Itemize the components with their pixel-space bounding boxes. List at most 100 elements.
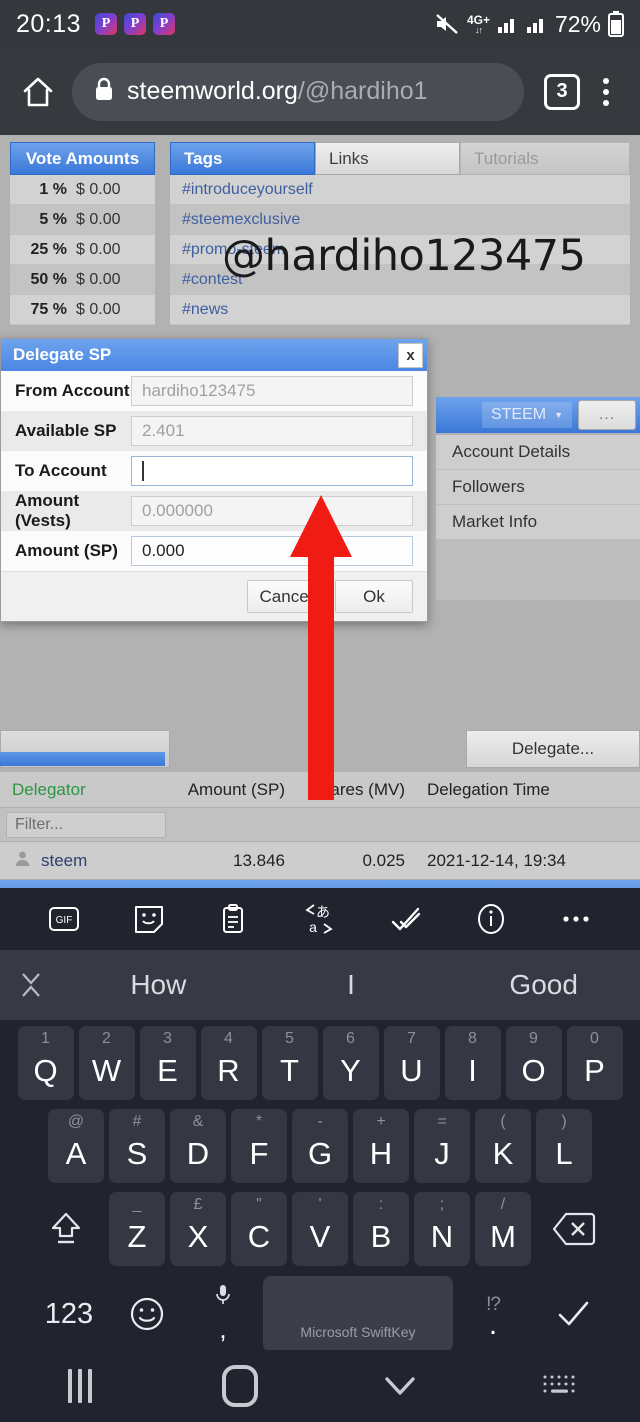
key-main-label: U: [400, 1053, 423, 1088]
ok-button[interactable]: Ok: [335, 580, 413, 613]
key-p[interactable]: 0P: [566, 1026, 623, 1100]
amount-sp-input[interactable]: 0.000: [131, 536, 413, 566]
key-alt-label: ): [561, 1113, 567, 1130]
to-account-input[interactable]: [131, 456, 413, 486]
cancel-button[interactable]: Cancel: [247, 580, 325, 613]
column-header-time[interactable]: Delegation Time: [405, 780, 640, 800]
recent-apps-icon[interactable]: [0, 1369, 160, 1403]
key-s[interactable]: # S: [109, 1109, 165, 1183]
field-row-amount-vests: Amount (Vests) 0.000000: [1, 491, 427, 531]
url-bar[interactable]: steemworld.org/@hardiho1: [72, 62, 524, 121]
editor-icon[interactable]: [388, 902, 424, 936]
key-g[interactable]: -G: [292, 1109, 348, 1183]
account-operations-header[interactable]: ▼ Account Operations: [0, 880, 640, 888]
key-alt-label: 4: [224, 1030, 233, 1047]
more-icon[interactable]: [559, 902, 593, 936]
key-alt-label: _: [132, 1196, 142, 1213]
tab-links[interactable]: Links: [315, 142, 460, 175]
tab-tags[interactable]: Tags: [170, 142, 315, 175]
hide-keyboard-chevron-icon[interactable]: [320, 1371, 480, 1401]
vote-value: $ 0.00: [76, 210, 121, 228]
key-o[interactable]: 9O: [505, 1026, 562, 1100]
key-period[interactable]: !? .: [453, 1281, 533, 1347]
column-header-delegator[interactable]: Delegator: [0, 780, 170, 800]
backspace-icon[interactable]: [536, 1192, 612, 1266]
tab-count-button[interactable]: 3: [544, 73, 580, 110]
keyboard-switch-icon[interactable]: [480, 1371, 640, 1401]
key-t[interactable]: 5T: [261, 1026, 318, 1100]
key-numeric-switch[interactable]: 123: [27, 1281, 111, 1347]
key-i[interactable]: 8I: [444, 1026, 501, 1100]
tag-item[interactable]: #news: [170, 295, 630, 325]
key-alt-label: #: [132, 1113, 142, 1130]
key-y[interactable]: 6Y: [322, 1026, 379, 1100]
key-main-label: H: [369, 1136, 393, 1171]
comma-label: ,: [219, 1313, 227, 1344]
key-f[interactable]: * F: [231, 1109, 287, 1183]
filter-input[interactable]: Filter...: [6, 811, 166, 838]
key-alt-label: 1: [41, 1030, 50, 1047]
key-k[interactable]: (K: [475, 1109, 531, 1183]
more-options-button[interactable]: ...: [578, 400, 636, 430]
key-main-label: X: [187, 1219, 209, 1254]
key-l[interactable]: ) L: [536, 1109, 592, 1183]
tab-tutorials[interactable]: Tutorials: [460, 142, 630, 175]
suggestion-bar: How I Good: [0, 950, 640, 1020]
avatar: [14, 850, 31, 872]
translate-icon[interactable]: あa: [301, 902, 337, 936]
available-sp-input: 2.401: [131, 416, 413, 446]
suggestion-2[interactable]: I: [255, 969, 448, 1001]
delegate-button[interactable]: Delegate...: [466, 730, 640, 768]
check-enter-icon[interactable]: [533, 1281, 613, 1347]
battery-icon: [608, 11, 624, 37]
delegator-name[interactable]: steem: [41, 851, 87, 871]
home-nav-icon[interactable]: [160, 1365, 320, 1407]
menu-item-followers[interactable]: Followers: [436, 470, 640, 505]
collapse-icon[interactable]: [0, 968, 62, 1002]
currency-selector[interactable]: STEEM ▼: [481, 402, 572, 428]
key-a[interactable]: @ A: [48, 1109, 104, 1183]
vote-value: $ 0.00: [76, 240, 121, 258]
key-d[interactable]: & D: [170, 1109, 226, 1183]
svg-text:GIF: GIF: [56, 915, 73, 926]
key-z[interactable]: _ Z: [109, 1192, 165, 1266]
key-w[interactable]: 2W: [78, 1026, 135, 1100]
key-u[interactable]: 7U: [383, 1026, 440, 1100]
column-header-shares[interactable]: Shares (MV): [285, 780, 405, 800]
emoji-icon[interactable]: [111, 1281, 183, 1347]
suggestion-1[interactable]: How: [62, 969, 255, 1001]
key-n[interactable]: ; N: [414, 1192, 470, 1266]
key-main-label: W: [91, 1053, 122, 1088]
key-v[interactable]: ' V: [292, 1192, 348, 1266]
close-icon[interactable]: x: [398, 342, 423, 368]
tag-item[interactable]: #introduceyourself: [170, 175, 630, 205]
menu-item-account-details[interactable]: Account Details: [436, 435, 640, 470]
key-r[interactable]: 4R: [200, 1026, 257, 1100]
clipboard-icon[interactable]: [216, 902, 250, 936]
menu-item-market-info[interactable]: Market Info: [436, 505, 640, 540]
key-alt-label: ": [256, 1196, 262, 1213]
key-x[interactable]: £ X: [170, 1192, 226, 1266]
column-header-amount[interactable]: Amount (SP): [170, 780, 285, 800]
key-alt-label: &: [192, 1113, 204, 1130]
kebab-menu-icon[interactable]: [586, 77, 626, 106]
lock-icon: [94, 76, 114, 107]
left-panel-tabbar: Vote Amounts: [10, 142, 155, 175]
key-m[interactable]: / M: [475, 1192, 531, 1266]
suggestion-3[interactable]: Good: [447, 969, 640, 1001]
key-j[interactable]: = J: [414, 1109, 470, 1183]
space-key[interactable]: Microsoft SwiftKey: [263, 1276, 453, 1352]
gif-icon[interactable]: GIF: [47, 902, 81, 936]
info-icon[interactable]: [474, 902, 508, 936]
tab-vote-amounts[interactable]: Vote Amounts: [10, 142, 155, 175]
key-b[interactable]: :B: [353, 1192, 409, 1266]
key-c[interactable]: " C: [231, 1192, 287, 1266]
sticker-icon[interactable]: [132, 902, 166, 936]
key-comma[interactable]: ,: [183, 1281, 263, 1347]
key-e[interactable]: 3E: [139, 1026, 196, 1100]
shift-icon[interactable]: [28, 1192, 104, 1266]
table-row[interactable]: steem 13.846 0.025 2021-12-14, 19:34: [0, 842, 640, 880]
key-q[interactable]: 1Q: [17, 1026, 74, 1100]
key-h[interactable]: + H: [353, 1109, 409, 1183]
home-icon[interactable]: [14, 74, 62, 110]
